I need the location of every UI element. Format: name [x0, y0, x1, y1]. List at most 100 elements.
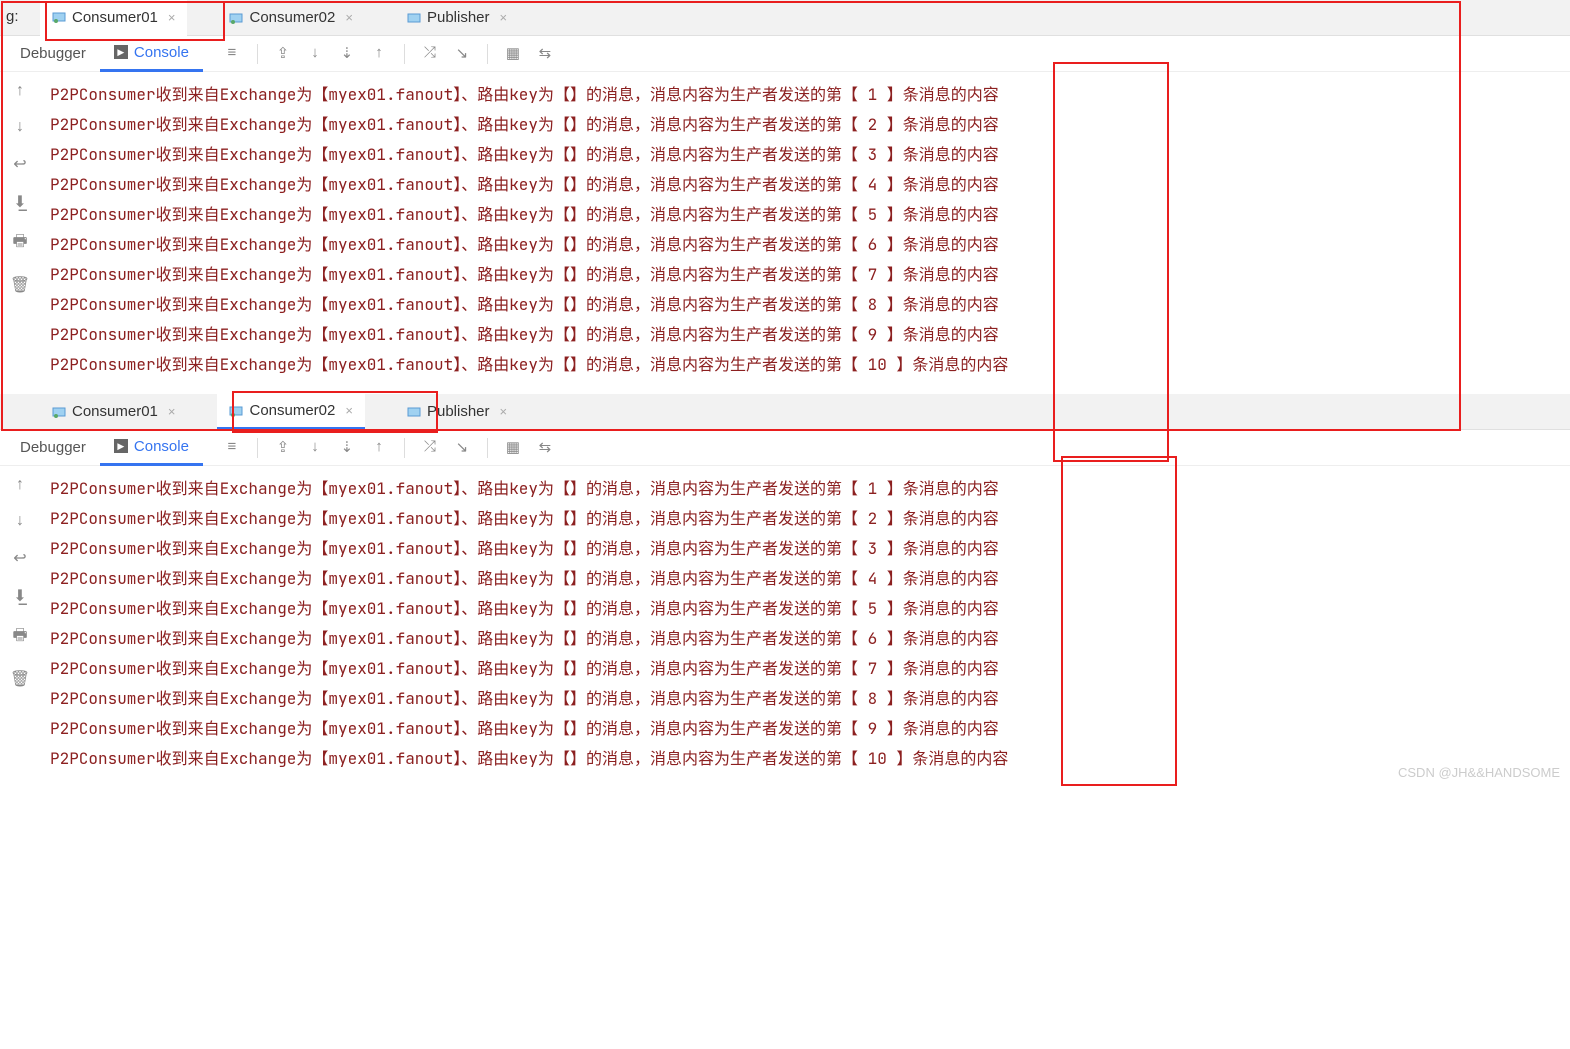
- up-icon[interactable]: ↑: [16, 476, 24, 494]
- debugger-label: Debugger: [20, 45, 86, 62]
- soft-wrap-icon[interactable]: ≡: [223, 44, 241, 64]
- run-config-icon: [229, 404, 243, 418]
- tool-row: Debugger ▶ Console ≡ ⇪ ↓ ⇣ ↑ ⤮ ↘ ▦ ⇆: [0, 36, 1570, 72]
- console-line: P2PConsumer收到来自Exchange为【myex01.fanout】、…: [50, 80, 1570, 110]
- down-icon[interactable]: ↓: [16, 512, 24, 530]
- console-line: P2PConsumer收到来自Exchange为【myex01.fanout】、…: [50, 654, 1570, 684]
- panel-label: g:: [6, 8, 19, 25]
- tab-consumer01[interactable]: Consumer01 ×: [40, 394, 187, 430]
- console-line: P2PConsumer收到来自Exchange为【myex01.fanout】、…: [50, 320, 1570, 350]
- console-toolbar: ≡ ⇪ ↓ ⇣ ↑ ⤮ ↘ ▦ ⇆: [223, 438, 554, 458]
- console-line: P2PConsumer收到来自Exchange为【myex01.fanout】、…: [50, 260, 1570, 290]
- console-line: P2PConsumer收到来自Exchange为【myex01.fanout】、…: [50, 534, 1570, 564]
- step-over-icon[interactable]: ⇪: [274, 44, 292, 64]
- debugger-tab[interactable]: Debugger: [6, 36, 100, 72]
- up-icon[interactable]: ↑: [16, 82, 24, 100]
- console-line: P2PConsumer收到来自Exchange为【myex01.fanout】、…: [50, 744, 1570, 774]
- console-line: P2PConsumer收到来自Exchange为【myex01.fanout】、…: [50, 564, 1570, 594]
- console-gutter: ↑ ↓ ↩ ⬇̲ 🖶 🗑: [0, 466, 40, 782]
- force-step-icon[interactable]: ⇣: [338, 44, 356, 64]
- run-config-icon: [52, 405, 66, 419]
- step-out-icon[interactable]: ↑: [370, 438, 388, 458]
- console-line: P2PConsumer收到来自Exchange为【myex01.fanout】、…: [50, 684, 1570, 714]
- close-icon[interactable]: ×: [500, 10, 508, 25]
- clear-icon[interactable]: 🗑: [10, 669, 30, 689]
- step-out-icon[interactable]: ↑: [370, 44, 388, 64]
- scroll-end-icon[interactable]: ⬇̲: [13, 586, 26, 606]
- run-tabs-bar: Consumer01 × Consumer02 × Publisher ×: [0, 0, 1570, 36]
- step-over-icon[interactable]: ⇪: [274, 438, 292, 458]
- console-line: P2PConsumer收到来自Exchange为【myex01.fanout】、…: [50, 714, 1570, 744]
- tab-label: Consumer01: [72, 9, 158, 26]
- run-tabs-bar: Consumer01 × Consumer02 × Publisher ×: [0, 394, 1570, 430]
- console-line: P2PConsumer收到来自Exchange为【myex01.fanout】、…: [50, 170, 1570, 200]
- evaluate-icon[interactable]: ⤮: [421, 44, 439, 64]
- evaluate-icon[interactable]: ⤮: [421, 438, 439, 458]
- console-line: P2PConsumer收到来自Exchange为【myex01.fanout】、…: [50, 140, 1570, 170]
- tab-label: Consumer01: [72, 403, 158, 420]
- console-line: P2PConsumer收到来自Exchange为【myex01.fanout】、…: [50, 594, 1570, 624]
- tab-label: Publisher: [427, 403, 490, 420]
- console-line: P2PConsumer收到来自Exchange为【myex01.fanout】、…: [50, 624, 1570, 654]
- divider: [257, 438, 258, 458]
- console-line: P2PConsumer收到来自Exchange为【myex01.fanout】、…: [50, 230, 1570, 260]
- console-line: P2PConsumer收到来自Exchange为【myex01.fanout】、…: [50, 290, 1570, 320]
- tab-label: Consumer02: [249, 402, 335, 419]
- run-panel-consumer02: Consumer01 × Consumer02 × Publisher × De…: [0, 394, 1570, 782]
- divider: [404, 44, 405, 64]
- console-content: ↑ ↓ ↩ ⬇̲ 🖶 🗑 P2PConsumer收到来自Exchange为【my…: [0, 466, 1570, 782]
- console-output[interactable]: P2PConsumer收到来自Exchange为【myex01.fanout】、…: [40, 466, 1570, 782]
- print-icon[interactable]: 🖶: [12, 230, 27, 257]
- clear-icon[interactable]: 🗑: [10, 275, 30, 295]
- step-into-icon[interactable]: ↓: [306, 438, 324, 458]
- tab-publisher[interactable]: Publisher ×: [395, 394, 519, 430]
- run-config-icon: [229, 11, 243, 25]
- console-tab[interactable]: ▶ Console: [100, 430, 203, 466]
- console-icon: ▶: [114, 45, 128, 59]
- debugger-tab[interactable]: Debugger: [6, 430, 100, 466]
- divider: [487, 438, 488, 458]
- close-icon[interactable]: ×: [168, 404, 176, 419]
- trace-icon[interactable]: ↘: [453, 438, 471, 458]
- console-line: P2PConsumer收到来自Exchange为【myex01.fanout】、…: [50, 504, 1570, 534]
- trace-icon[interactable]: ↘: [453, 44, 471, 64]
- divider: [404, 438, 405, 458]
- layout-icon[interactable]: ▦: [504, 438, 522, 458]
- console-output[interactable]: P2PConsumer收到来自Exchange为【myex01.fanout】、…: [40, 72, 1570, 388]
- console-label: Console: [134, 438, 189, 455]
- watermark: CSDN @JH&&HANDSOME: [1398, 765, 1560, 780]
- scroll-end-icon[interactable]: ⬇̲: [13, 192, 26, 212]
- step-into-icon[interactable]: ↓: [306, 44, 324, 64]
- console-label: Console: [134, 44, 189, 61]
- soft-wrap-icon[interactable]: ≡: [223, 438, 241, 458]
- tab-consumer01[interactable]: Consumer01 ×: [40, 0, 187, 36]
- wrap-icon[interactable]: ↩: [13, 548, 26, 568]
- settings-icon[interactable]: ⇆: [536, 438, 554, 458]
- console-line: P2PConsumer收到来自Exchange为【myex01.fanout】、…: [50, 200, 1570, 230]
- print-icon[interactable]: 🖶: [12, 624, 27, 651]
- tab-consumer02[interactable]: Consumer02 ×: [217, 394, 364, 430]
- run-panel-consumer01: g: Consumer01 × Consumer02 × Publisher ×…: [0, 0, 1570, 388]
- close-icon[interactable]: ×: [345, 10, 353, 25]
- close-icon[interactable]: ×: [500, 404, 508, 419]
- console-icon: ▶: [114, 439, 128, 453]
- tab-label: Publisher: [427, 9, 490, 26]
- run-config-icon: [407, 11, 421, 25]
- down-icon[interactable]: ↓: [16, 118, 24, 136]
- run-config-icon: [407, 405, 421, 419]
- divider: [487, 44, 488, 64]
- console-tab[interactable]: ▶ Console: [100, 36, 203, 72]
- console-content: ↑ ↓ ↩ ⬇̲ 🖶 🗑 P2PConsumer收到来自Exchange为【my…: [0, 72, 1570, 388]
- layout-icon[interactable]: ▦: [504, 44, 522, 64]
- force-step-icon[interactable]: ⇣: [338, 438, 356, 458]
- tab-publisher[interactable]: Publisher ×: [395, 0, 519, 36]
- debugger-label: Debugger: [20, 439, 86, 456]
- console-line: P2PConsumer收到来自Exchange为【myex01.fanout】、…: [50, 474, 1570, 504]
- tab-consumer02[interactable]: Consumer02 ×: [217, 0, 364, 36]
- run-config-icon: [52, 10, 66, 24]
- settings-icon[interactable]: ⇆: [536, 44, 554, 64]
- close-icon[interactable]: ×: [345, 403, 353, 418]
- divider: [257, 44, 258, 64]
- close-icon[interactable]: ×: [168, 10, 176, 25]
- wrap-icon[interactable]: ↩: [13, 154, 26, 174]
